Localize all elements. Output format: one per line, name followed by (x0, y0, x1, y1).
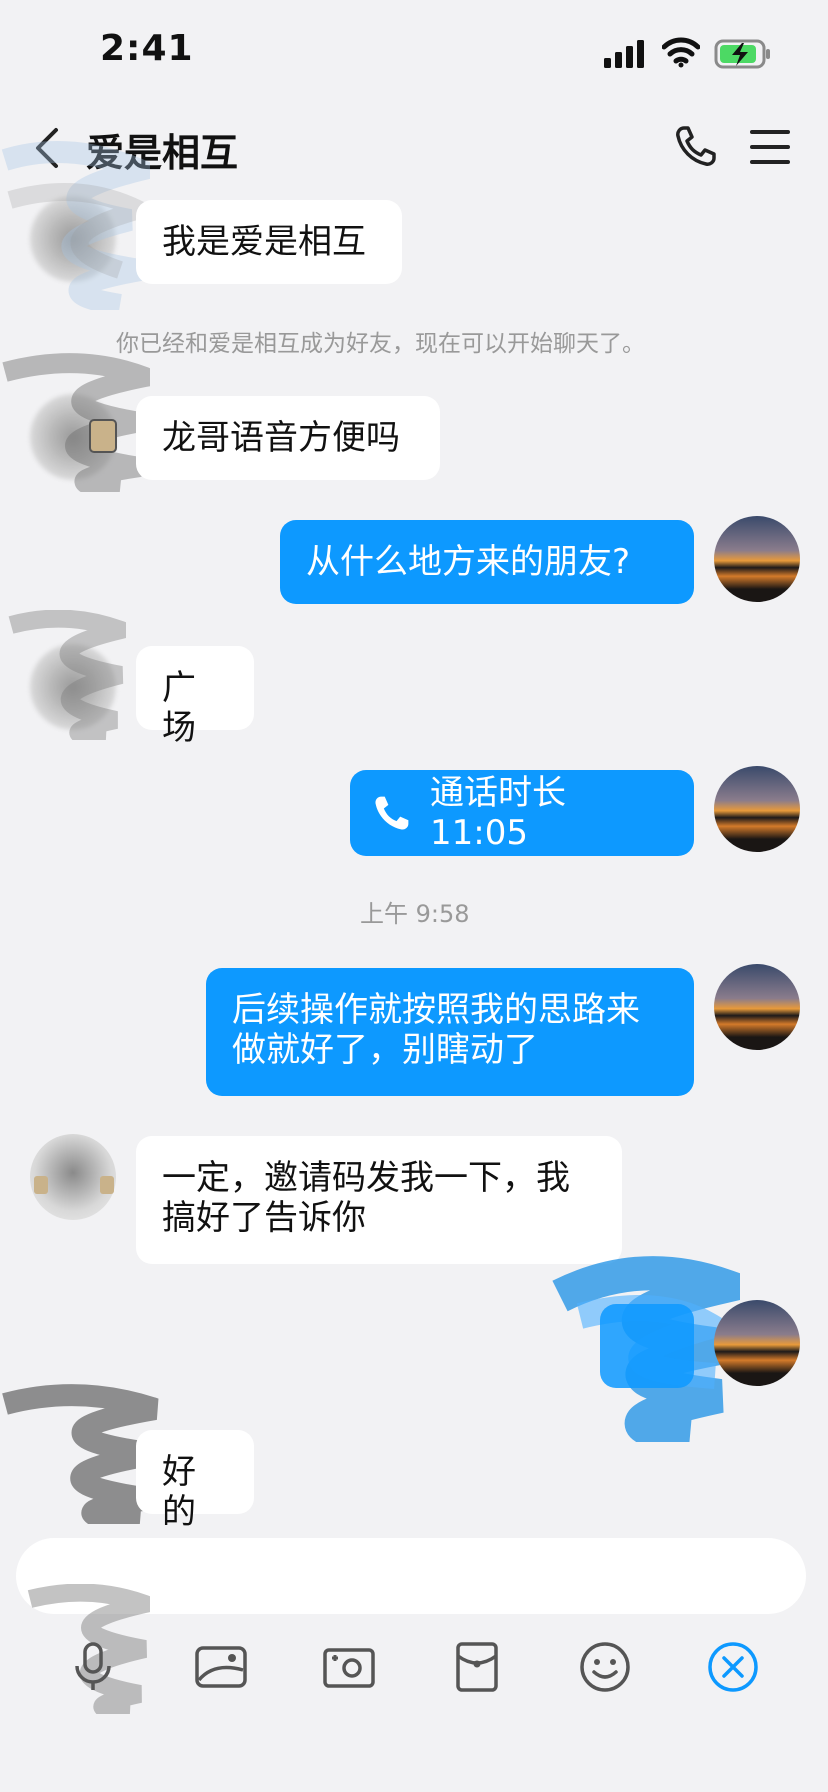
message-bubble-left[interactable]: 一定，邀请码发我一下，我 搞好了告诉你 (136, 1136, 622, 1264)
microphone-icon[interactable] (66, 1640, 120, 1694)
placeholder-avatar-icon (89, 419, 117, 453)
message-bubble-left[interactable]: 广场 (136, 646, 254, 748)
emoji-icon[interactable] (578, 1640, 632, 1694)
phone-call-icon[interactable] (674, 124, 718, 168)
call-duration-bubble[interactable]: 通话时长 11:05 (350, 770, 694, 856)
contact-avatar[interactable] (30, 196, 116, 282)
phone-icon (375, 796, 409, 830)
message-text: 我是爱是相互 (162, 222, 366, 262)
user-avatar[interactable] (714, 516, 800, 602)
back-icon[interactable] (30, 124, 66, 172)
red-packet-icon[interactable] (450, 1640, 504, 1694)
message-bubble-left[interactable]: 龙哥语音方便吗 (136, 396, 440, 480)
message-bubble-right[interactable]: 后续操作就按照我的思路来 做就好了，别瞎动了 (206, 968, 694, 1096)
message-text: 龙哥语音方便吗 (162, 418, 400, 458)
battery-charging-icon (714, 39, 770, 69)
user-avatar[interactable] (714, 766, 800, 852)
system-message: 你已经和爱是相互成为好友，现在可以开始聊天了。 (116, 331, 645, 357)
message-text-line: 一定，邀请码发我一下，我 (162, 1158, 570, 1198)
call-duration-text: 通话时长 11:05 (430, 773, 566, 853)
message-text-line: 搞好了告诉你 (162, 1198, 366, 1238)
message-text: 好的 (162, 1452, 196, 1532)
message-text-line: 后续操作就按照我的思路来 (232, 990, 640, 1030)
user-avatar[interactable] (714, 964, 800, 1050)
contact-avatar[interactable] (30, 644, 116, 730)
message-text: 广场 (162, 668, 196, 748)
message-bubble-right[interactable] (600, 1304, 694, 1388)
menu-icon[interactable] (748, 128, 792, 166)
message-timestamp: 上午 9:58 (360, 900, 470, 928)
close-icon[interactable] (706, 1640, 760, 1694)
message-bubble-left[interactable]: 好的 (136, 1430, 254, 1532)
wifi-icon (662, 37, 700, 68)
message-input[interactable] (16, 1538, 806, 1614)
chat-title: 爱是相互 (86, 131, 239, 175)
user-avatar[interactable] (714, 1300, 800, 1386)
status-time: 2:41 (100, 28, 194, 69)
message-bubble-right[interactable]: 从什么地方来的朋友? (280, 520, 694, 604)
cellular-signal-icon (604, 40, 644, 68)
message-bubble-left[interactable]: 我是爱是相互 (136, 200, 402, 284)
image-icon[interactable] (194, 1640, 248, 1694)
placeholder-avatar-icon (34, 1176, 114, 1194)
camera-icon[interactable] (322, 1640, 376, 1694)
message-text: 从什么地方来的朋友? (306, 542, 631, 582)
message-text-line: 做就好了，别瞎动了 (232, 1030, 538, 1070)
